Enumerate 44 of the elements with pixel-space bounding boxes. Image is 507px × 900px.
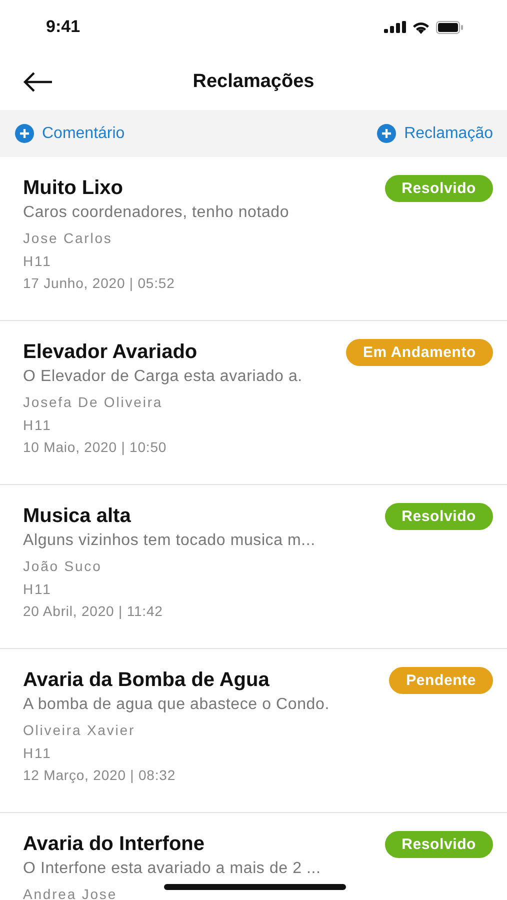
signal-icon <box>384 21 406 33</box>
back-arrow-icon[interactable] <box>23 72 53 92</box>
complaint-description: O Interfone esta avariado a mais de 2 ... <box>23 860 322 878</box>
complaint-unit: H11 <box>23 745 53 761</box>
complaint-author: João Suco <box>23 558 102 574</box>
complaint-title: Avaria do Interfone <box>23 832 205 856</box>
complaint-author: Andrea Jose <box>23 886 118 900</box>
complaint-unit: H11 <box>23 253 53 269</box>
complaint-unit: H11 <box>23 581 53 597</box>
complaint-unit: H11 <box>23 417 53 433</box>
add-link[interactable]: Comentário <box>15 124 125 143</box>
plus-icon <box>377 124 396 143</box>
complaint-title: Musica alta <box>23 504 131 528</box>
status-badge: Resolvido <box>384 502 493 530</box>
complaint-date: 17 Junho, 2020 | 05:52 <box>23 275 176 291</box>
complaint-title: Muito Lixo <box>23 176 123 200</box>
complaint-card[interactable]: Elevador Avariado Em Andamento O Elevador de Carga esta avariado a. Josefa De Oliveira H11 10 Maio, 2020 | 10:50 <box>0 321 507 485</box>
complaint-date: 10 Maio, 2020 | 10:50 <box>23 439 168 455</box>
complaint-card[interactable]: Avaria da Bomba de Agua Pendente A bomba de agua que abastece o Condo. Oliveira Xavier H11 12 Março, 2020 | 08:32 <box>0 649 507 813</box>
add-link-label: Comentário <box>42 124 125 142</box>
status-badge: Pendente <box>389 666 493 694</box>
complaint-description: Caros coordenadores, tenho notado <box>23 204 290 222</box>
add-link-label: Reclamação <box>404 124 493 142</box>
add-link[interactable]: Reclamação <box>377 124 493 143</box>
screen-title: Reclamações <box>192 71 314 93</box>
status-time: 9:41 <box>46 17 80 37</box>
complaint-date: 20 Abril, 2020 | 11:42 <box>23 603 164 619</box>
status-badge: Resolvido <box>384 830 493 858</box>
battery-icon <box>436 20 463 34</box>
plus-icon <box>15 124 34 143</box>
status-badge: Resolvido <box>384 174 493 202</box>
complaint-description: A bomba de agua que abastece o Condo. <box>23 696 330 714</box>
complaint-title: Elevador Avariado <box>23 340 198 364</box>
complaint-title: Avaria da Bomba de Agua <box>23 668 270 692</box>
complaint-description: O Elevador de Carga esta avariado a. <box>23 368 304 386</box>
complaint-date: 12 Março, 2020 | 08:32 <box>23 767 177 783</box>
complaint-card[interactable]: Musica alta Resolvido Alguns vizinhos tem tocado musica m... João Suco H11 20 Abril, 2020 | 11:42 <box>0 485 507 649</box>
status-badge: Em Andamento <box>346 338 493 366</box>
complaint-card[interactable]: Muito Lixo Resolvido Caros coordenadores, tenho notado Jose Carlos H11 17 Junho, 2020 | 05:52 <box>0 157 507 321</box>
wifi-icon <box>412 20 430 34</box>
complaint-author: Oliveira Xavier <box>23 722 136 738</box>
complaint-author: Jose Carlos <box>23 230 112 246</box>
complaint-description: Alguns vizinhos tem tocado musica m... <box>23 532 316 550</box>
complaint-author: Josefa De Oliveira <box>23 394 163 410</box>
